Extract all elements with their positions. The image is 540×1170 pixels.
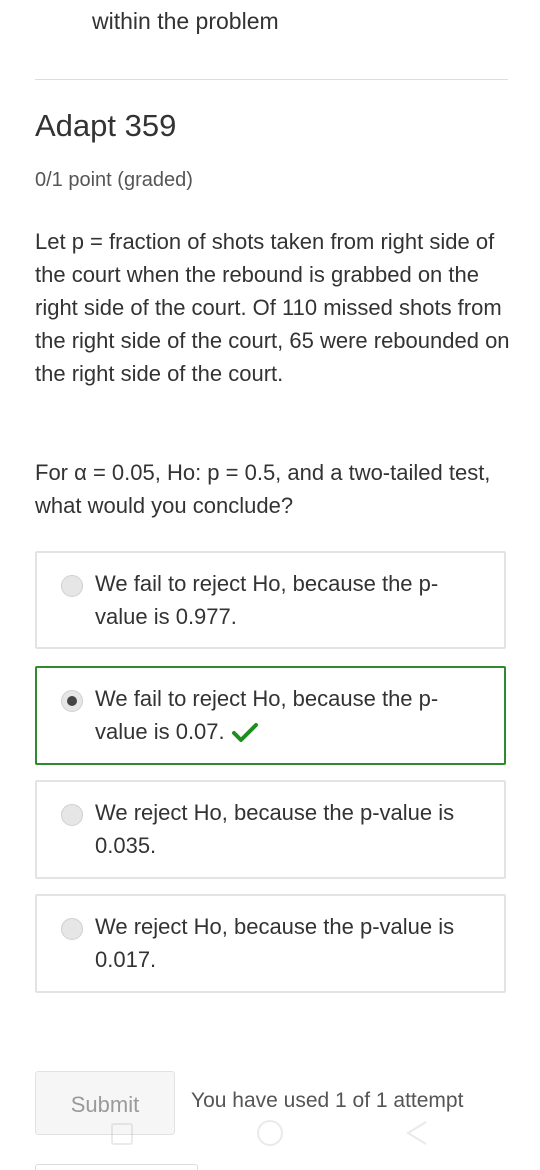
points-status: 0/1 point (graded)	[35, 169, 193, 191]
home-icon[interactable]	[257, 1120, 283, 1146]
problem-statement: Let p = fraction of shots taken from rig…	[35, 229, 510, 386]
radio-unselected-icon[interactable]	[61, 804, 83, 826]
choice-option-1[interactable]: We fail to reject Ho, because the p-valu…	[35, 551, 506, 649]
back-icon[interactable]	[402, 1118, 432, 1148]
choice-label: We reject Ho, because the p-value is 0.0…	[95, 914, 455, 972]
previous-section-text: within the problem	[92, 8, 279, 34]
check-icon	[231, 723, 258, 743]
submit-button[interactable]: Submit	[35, 1071, 175, 1135]
radio-selected-icon[interactable]	[61, 690, 83, 712]
attempts-counter: You have used 1 of 1 attempt	[191, 1089, 464, 1112]
problem-question: For α = 0.05, Ho: p = 0.5, and a two-tai…	[35, 460, 491, 518]
radio-unselected-icon[interactable]	[61, 575, 83, 597]
choice-option-4[interactable]: We reject Ho, because the p-value is 0.0…	[35, 894, 506, 993]
choice-label: We reject Ho, because the p-value is 0.0…	[95, 800, 455, 858]
recent-apps-icon[interactable]	[111, 1123, 133, 1145]
next-button-partial[interactable]	[35, 1164, 198, 1170]
problem-page: within the problem Adapt 359 0/1 point (…	[0, 0, 540, 1170]
choice-label: We fail to reject Ho, because the p-valu…	[95, 686, 439, 744]
problem-title: Adapt 359	[35, 108, 177, 143]
section-divider	[35, 79, 508, 80]
choice-label-correct: We fail to reject Ho, because the p-valu…	[95, 682, 487, 748]
choice-option-3[interactable]: We reject Ho, because the p-value is 0.0…	[35, 780, 506, 879]
choice-option-2[interactable]: We fail to reject Ho, because the p-valu…	[35, 666, 506, 765]
choice-label: We fail to reject Ho, because the p-valu…	[95, 571, 439, 629]
radio-unselected-icon[interactable]	[61, 918, 83, 940]
